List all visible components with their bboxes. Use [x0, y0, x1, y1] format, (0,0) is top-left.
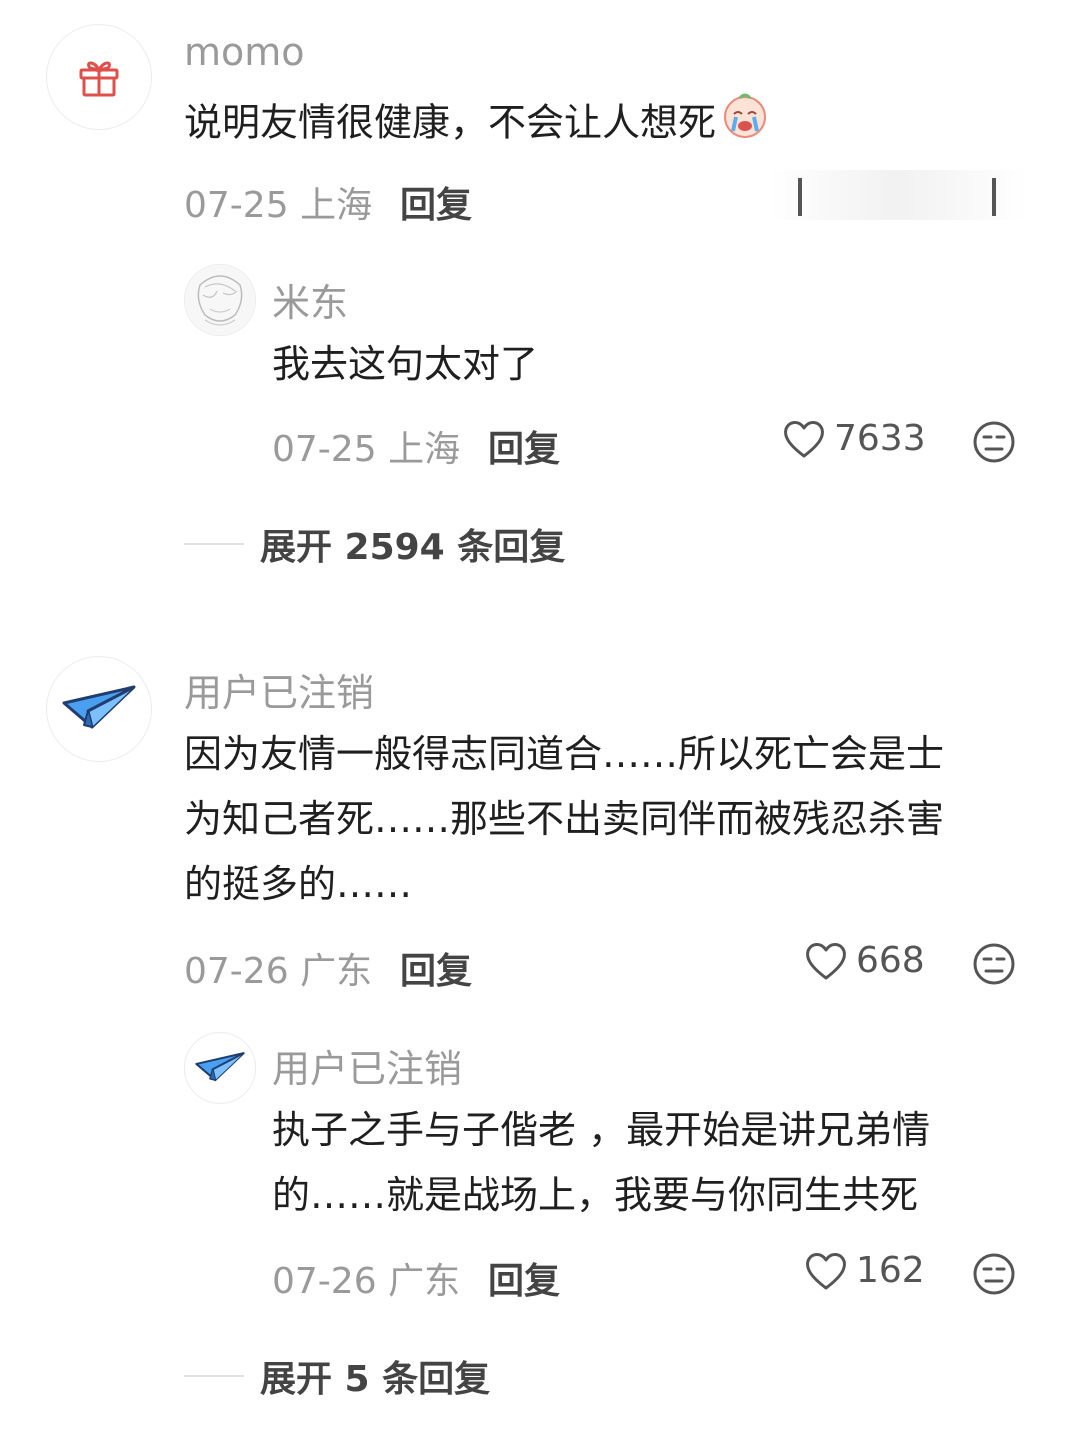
expand-replies-label: 展开 2594 条回复 — [260, 527, 566, 568]
reply-text: 我去这句太对了 — [272, 342, 539, 386]
reply-date: 07-25 — [272, 429, 377, 470]
like-count: 668 — [856, 940, 925, 981]
username[interactable]: momo — [184, 30, 305, 74]
dislike-face-icon — [973, 421, 1015, 463]
dislike-face-icon — [973, 943, 1015, 985]
dislike-button[interactable] — [972, 1252, 1016, 1300]
reply-button[interactable]: 回复 — [488, 1252, 560, 1304]
expand-replies-button[interactable]: 展开 2594 条回复 — [184, 518, 565, 570]
reply-username[interactable]: 用户已注销 — [272, 1038, 462, 1093]
blurred-overlay — [768, 170, 1028, 220]
reply-button[interactable]: 回复 — [400, 942, 472, 994]
crying-face-icon — [720, 90, 770, 160]
gift-icon — [79, 61, 119, 97]
reply-button[interactable]: 回复 — [488, 420, 560, 472]
sketch-portrait-avatar — [185, 265, 255, 335]
reply-username[interactable]: 米东 — [272, 272, 348, 327]
comment-meta: 07-26 广东 — [184, 942, 372, 994]
reply-date: 07-26 — [272, 1261, 377, 1302]
reply-avatar[interactable] — [184, 1032, 256, 1104]
reply-button[interactable]: 回复 — [400, 176, 472, 228]
like-button[interactable]: 162 — [804, 1250, 925, 1291]
username[interactable]: 用户已注销 — [184, 662, 374, 717]
divider-line — [184, 543, 244, 545]
comment-text-body: 说明友情很健康，不会让人想死 — [184, 100, 717, 145]
reply-text-line: 的……就是战场上，我要与你同生共死 — [272, 1173, 919, 1217]
comment-location: 上海 — [300, 185, 373, 226]
expand-replies-button[interactable]: 展开 5 条回复 — [184, 1350, 490, 1402]
heart-icon — [806, 942, 846, 979]
like-count: 7633 — [834, 418, 926, 459]
paper-plane-icon — [62, 685, 136, 729]
expand-replies-label: 展开 5 条回复 — [260, 1359, 491, 1400]
reply-text: 执子之手与子偕老 ，最开始是讲兄弟情 的……就是战场上，我要与你同生共死 — [272, 1098, 930, 1228]
reply-text-line: 执子之手与子偕老 ，最开始是讲兄弟情 — [272, 1108, 931, 1152]
like-button[interactable]: 7633 — [782, 418, 926, 459]
like-count: 162 — [856, 1250, 925, 1291]
user-avatar[interactable] — [46, 24, 152, 130]
comment-text-line: 为知己者死……那些不出卖同伴而被残忍杀害 — [184, 797, 945, 841]
like-button[interactable]: 668 — [804, 940, 925, 981]
reply-avatar[interactable] — [184, 264, 256, 336]
comment-meta: 07-25 上海 — [184, 176, 372, 228]
comment-text-line: 的挺多的…… — [184, 862, 413, 906]
comment-date: 07-25 — [184, 185, 289, 226]
dislike-button[interactable] — [972, 420, 1016, 468]
user-avatar[interactable] — [46, 656, 152, 762]
dislike-button[interactable] — [972, 942, 1016, 990]
comment-date: 07-26 — [184, 951, 289, 992]
comment-text: 说明友情很健康，不会让人想死 — [184, 90, 770, 160]
reply-meta: 07-25 上海 — [272, 420, 460, 472]
dislike-face-icon — [973, 1253, 1015, 1295]
heart-icon — [784, 420, 824, 457]
heart-icon — [806, 1252, 846, 1289]
reply-meta: 07-26 广东 — [272, 1252, 460, 1304]
comment-text: 因为友情一般得志同道合……所以死亡会是士 为知己者死……那些不出卖同伴而被残忍杀… — [184, 722, 944, 917]
reply-location: 上海 — [388, 429, 461, 470]
comment-text-line: 因为友情一般得志同道合……所以死亡会是士 — [184, 732, 945, 776]
comment-location: 广东 — [300, 951, 373, 992]
divider-line — [184, 1375, 244, 1377]
paper-plane-icon — [195, 1052, 245, 1082]
reply-location: 广东 — [388, 1261, 461, 1302]
